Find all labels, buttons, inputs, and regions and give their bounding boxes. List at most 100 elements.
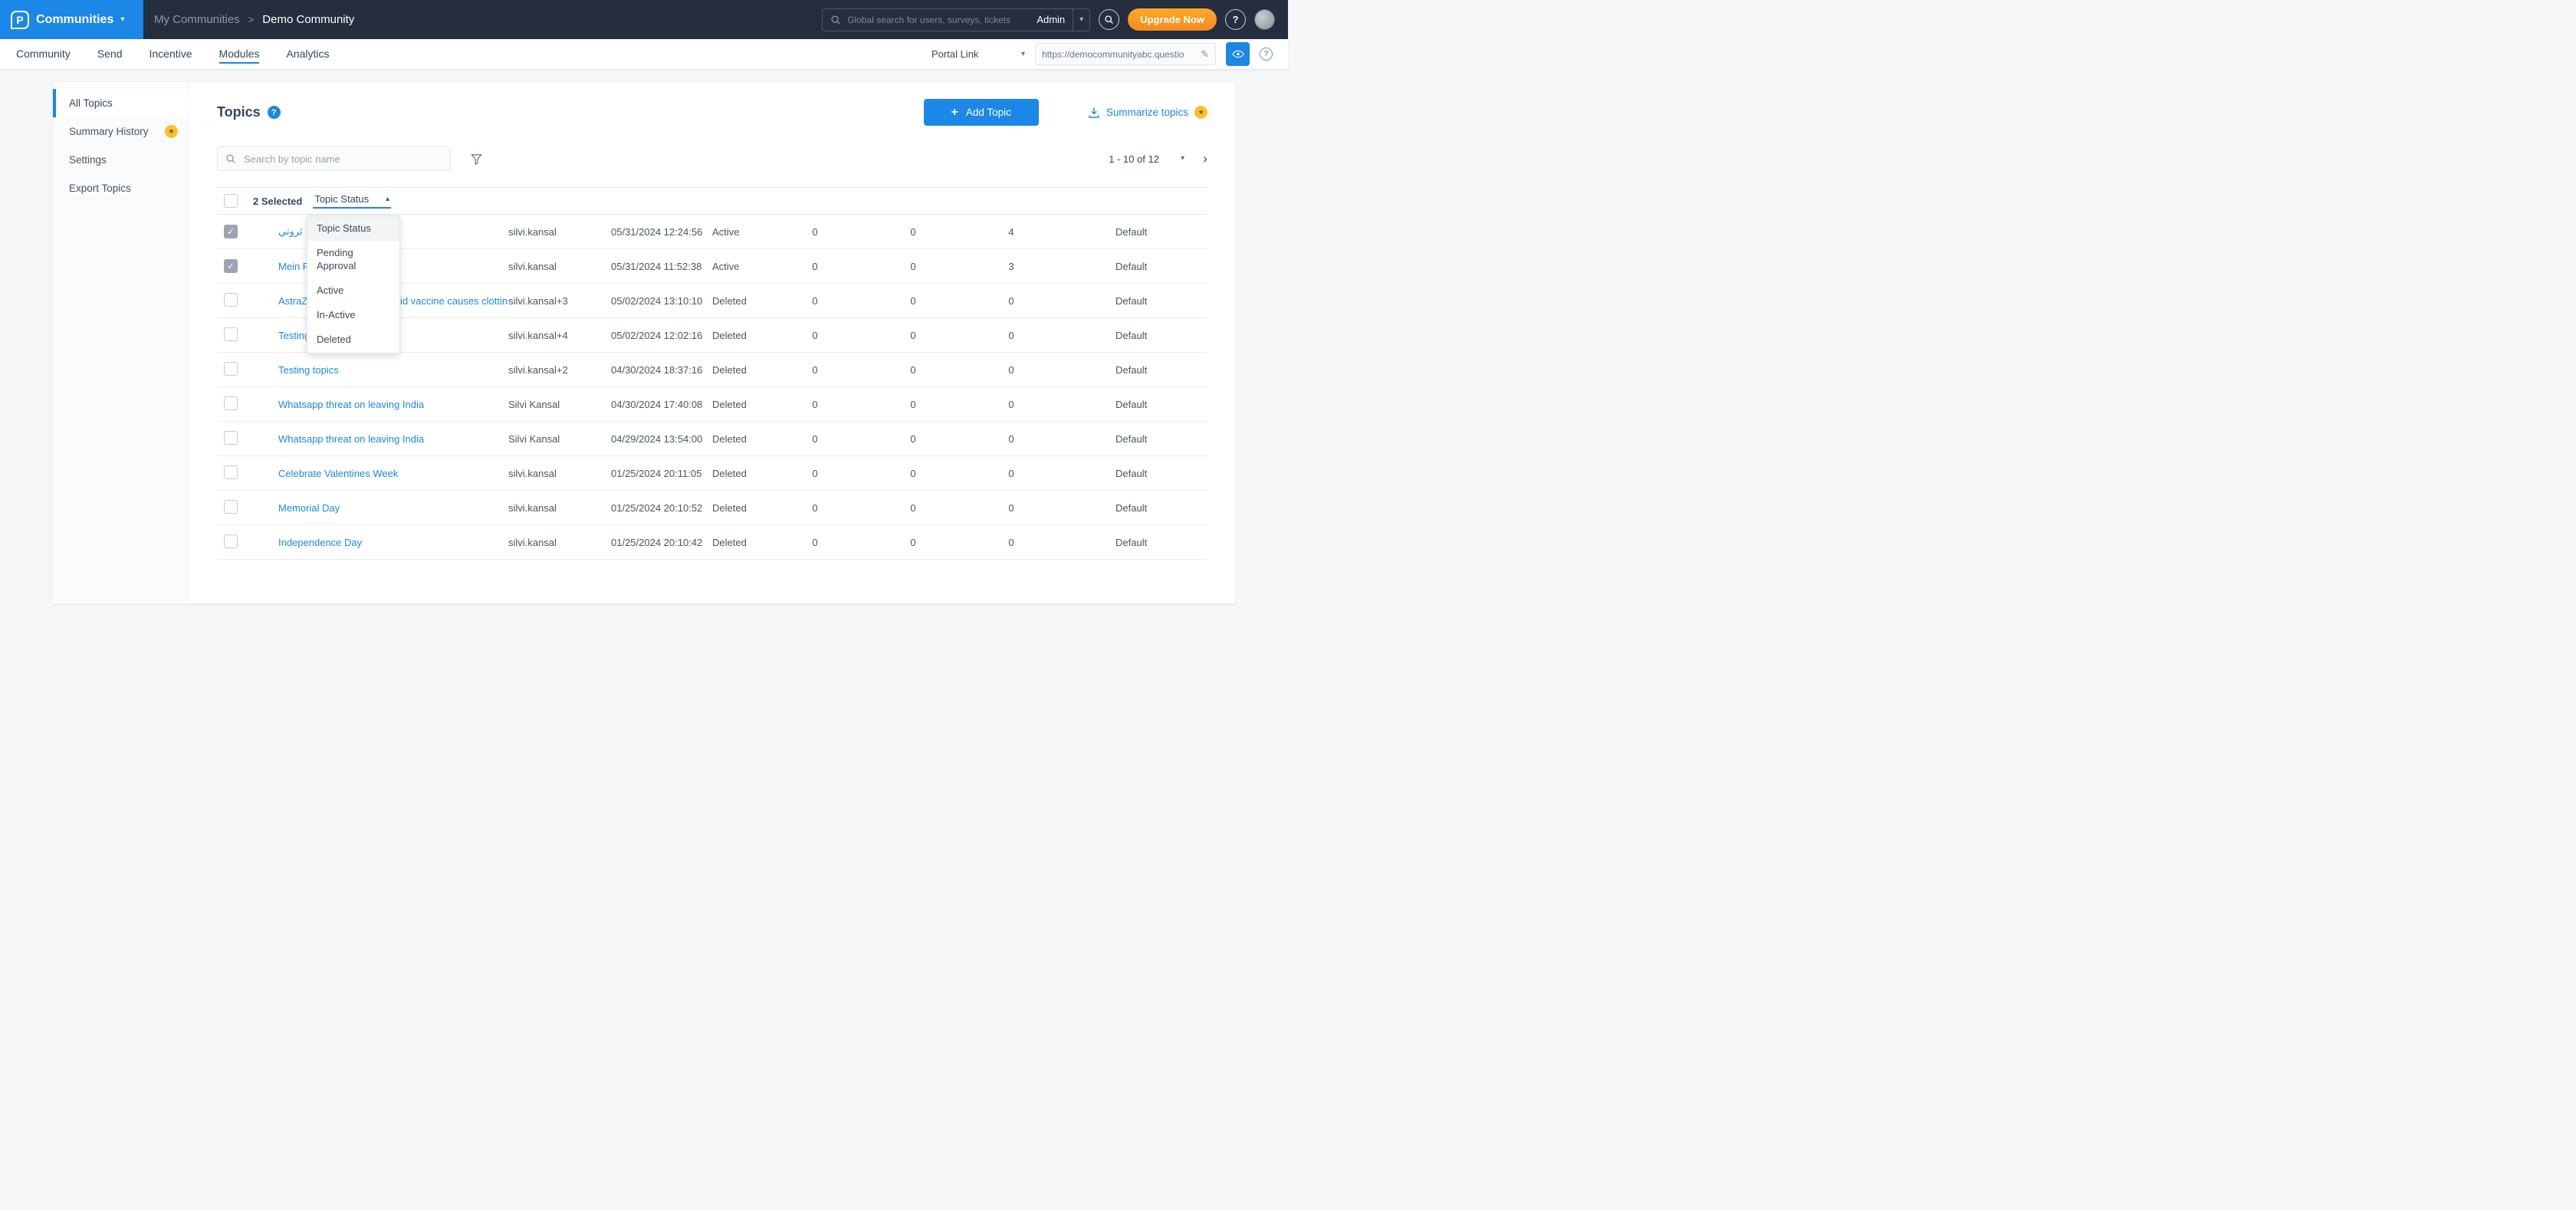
menu-item-pending-approval[interactable]: Pending Approval — [307, 241, 399, 278]
topic-link[interactable]: Memorial Day — [278, 502, 340, 514]
breadcrumb-my-communities[interactable]: My Communities — [154, 13, 240, 26]
brand-switcher[interactable]: P Communities ▾ — [0, 0, 143, 39]
row-checkbox[interactable]: ✓ — [224, 430, 238, 445]
topic-theme: Default — [1116, 260, 1148, 272]
topic-count-1: 0 — [812, 225, 818, 238]
table-row: ✓ Whatsapp threat on leaving India Silvi… — [217, 422, 1208, 456]
portal-url-field[interactable]: https://democommunityabc.questio ✎ — [1035, 43, 1216, 65]
pagination-caret-icon[interactable]: ▾ — [1181, 155, 1184, 163]
sidebar: All Topics Summary History ★ Settings Ex… — [53, 82, 189, 603]
row-checkbox[interactable]: ✓ — [224, 361, 238, 376]
topic-count-2: 0 — [910, 260, 916, 272]
topbar: P Communities ▾ My Communities > Demo Co… — [0, 0, 1288, 39]
check-icon: ✓ — [226, 226, 235, 237]
eye-icon — [1231, 50, 1244, 58]
search-icon — [830, 15, 841, 25]
sidebar-item-label: Summary History — [69, 126, 149, 137]
subnav: Community Send Incentive Modules Analyti… — [0, 39, 1288, 70]
avatar[interactable] — [1254, 9, 1275, 30]
topic-link[interactable]: Independence Day — [278, 537, 362, 548]
select-all-checkbox[interactable] — [224, 194, 238, 208]
row-checkbox[interactable]: ✓ — [224, 499, 238, 514]
summarize-topics-label: Summarize topics — [1106, 107, 1188, 118]
topic-link[interactable]: Whatsapp threat on leaving India — [278, 399, 424, 410]
topic-theme: Default — [1116, 294, 1148, 307]
menu-item-active[interactable]: Active — [307, 278, 399, 303]
topic-theme: Default — [1116, 432, 1148, 445]
topic-name-cell: Testing topics — [278, 364, 508, 376]
upgrade-now-button[interactable]: Upgrade Now — [1128, 8, 1217, 31]
row-checkbox[interactable]: ✓ — [224, 292, 238, 307]
topic-name-cell: Memorial Day — [278, 502, 508, 514]
topic-link[interactable]: Whatsapp threat on leaving India — [278, 433, 424, 445]
topic-link[interactable]: Testing topics — [278, 364, 339, 376]
row-checkbox[interactable]: ✓ — [224, 534, 238, 548]
search-scope-caret-icon[interactable]: ▾ — [1073, 8, 1089, 31]
table-row: ✓ Whatsapp threat on leaving India Silvi… — [217, 387, 1208, 422]
row-checkbox-cell: ✓ — [217, 259, 278, 273]
next-page-icon[interactable]: › — [1203, 152, 1208, 166]
topic-name-cell: Celebrate Valentines Week — [278, 468, 508, 479]
portal-help-icon[interactable]: ? — [1260, 48, 1273, 61]
topic-count-2: 0 — [910, 363, 916, 376]
sidebar-item-summary-history[interactable]: Summary History ★ — [53, 117, 189, 146]
topic-created-date: 04/29/2024 13:54:00 — [611, 432, 703, 445]
topic-created-date: 05/31/2024 12:24:56 — [611, 225, 703, 238]
topic-theme: Default — [1116, 363, 1148, 376]
topic-status: Deleted — [712, 432, 747, 445]
row-checkbox-cell: ✓ — [217, 430, 278, 447]
menu-item-deleted[interactable]: Deleted — [307, 327, 399, 352]
tab-modules[interactable]: Modules — [219, 44, 260, 64]
topic-link[interactable]: Testing — [278, 330, 310, 341]
logo-glyph: P — [16, 13, 24, 26]
menu-item-topic-status[interactable]: Topic Status — [307, 216, 399, 242]
tab-analytics[interactable]: Analytics — [286, 44, 329, 64]
topic-count-2: 0 — [910, 501, 916, 514]
page: All Topics Summary History ★ Settings Ex… — [0, 70, 1288, 603]
sidebar-item-export-topics[interactable]: Export Topics — [53, 174, 189, 202]
row-checkbox[interactable]: ✓ — [224, 396, 238, 410]
topic-author: silvi.kansal — [508, 467, 557, 479]
global-search-input[interactable] — [846, 13, 1030, 26]
topic-status-filter[interactable]: Topic Status ▴ — [313, 193, 392, 209]
topic-link[interactable]: ثروتي — [278, 225, 303, 237]
portal-link-select[interactable]: Portal Link ▾ — [932, 48, 1025, 60]
help-button[interactable]: ? — [1225, 9, 1246, 30]
sidebar-item-label: Export Topics — [69, 182, 131, 194]
pagination-range[interactable]: 1 - 10 of 12 — [1109, 153, 1159, 165]
summarize-topics-link[interactable]: Summarize topics ★ — [1088, 106, 1208, 119]
topic-link[interactable]: Mein R — [278, 261, 310, 272]
tab-incentive[interactable]: Incentive — [150, 44, 192, 64]
topic-count-1: 0 — [812, 398, 818, 410]
tab-community[interactable]: Community — [16, 44, 71, 64]
preview-portal-button[interactable] — [1226, 42, 1250, 66]
row-checkbox-cell: ✓ — [217, 292, 278, 309]
global-search-button[interactable] — [1099, 9, 1120, 30]
topic-search-input[interactable] — [242, 152, 450, 166]
tab-send[interactable]: Send — [97, 44, 123, 64]
row-checkbox[interactable]: ✓ — [224, 225, 238, 238]
filter-icon[interactable] — [471, 153, 482, 165]
row-checkbox[interactable]: ✓ — [224, 465, 238, 479]
topic-created-date: 05/02/2024 13:10:10 — [611, 294, 703, 307]
search-scope-selector[interactable]: Admin — [1029, 14, 1073, 25]
sidebar-item-settings[interactable]: Settings — [53, 146, 189, 174]
topic-status-dropdown-menu: Topic Status Pending Approval Active In-… — [307, 215, 400, 353]
breadcrumb-separator-icon: > — [248, 14, 255, 25]
topbar-right: Admin ▾ Upgrade Now ? — [822, 8, 1288, 31]
topic-theme: Default — [1116, 501, 1148, 514]
breadcrumb: My Communities > Demo Community — [154, 13, 354, 26]
add-topic-button[interactable]: + Add Topic — [923, 99, 1039, 126]
questionpro-logo-icon: P — [11, 10, 29, 29]
sidebar-item-label: All Topics — [69, 97, 113, 109]
topic-count-1: 0 — [812, 329, 818, 341]
row-checkbox[interactable]: ✓ — [224, 259, 238, 273]
sidebar-item-all-topics[interactable]: All Topics — [53, 89, 189, 117]
topic-status: Deleted — [712, 536, 747, 548]
topic-theme: Default — [1116, 329, 1148, 341]
menu-item-in-active[interactable]: In-Active — [307, 303, 399, 327]
row-checkbox[interactable]: ✓ — [224, 327, 238, 341]
topics-help-icon[interactable]: ? — [267, 106, 281, 119]
edit-pencil-icon[interactable]: ✎ — [1201, 48, 1209, 61]
topic-link[interactable]: Celebrate Valentines Week — [278, 468, 398, 479]
